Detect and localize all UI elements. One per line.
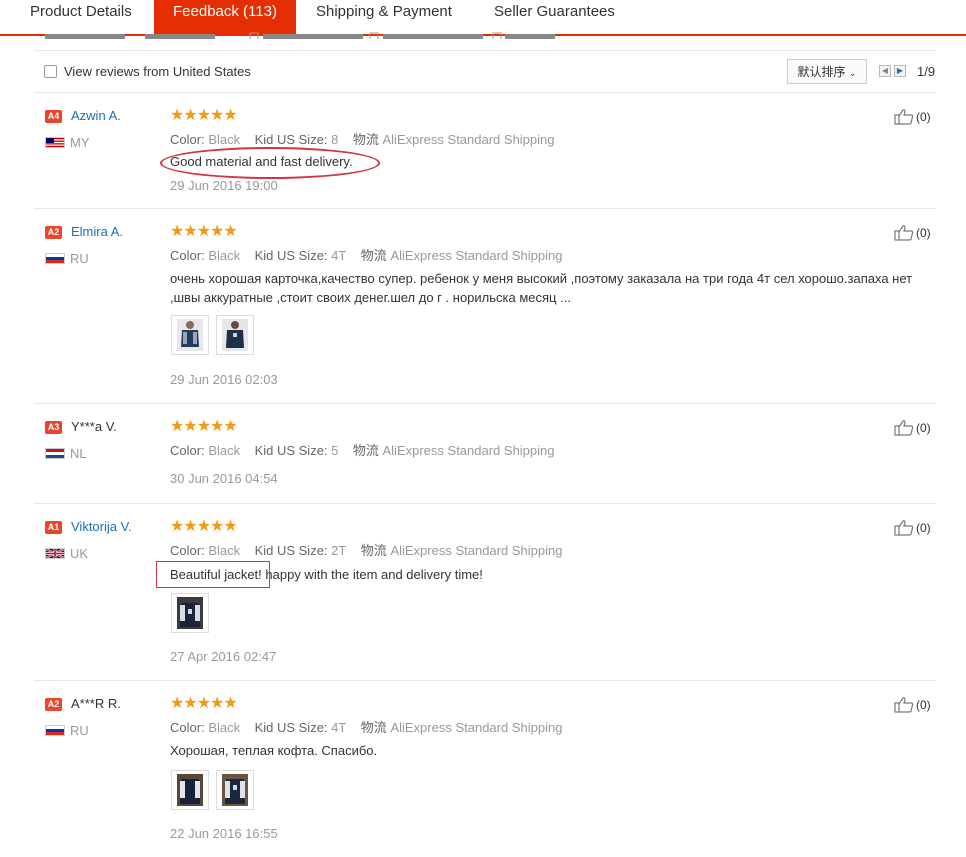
- reviewer-name[interactable]: Viktorija V.: [71, 519, 132, 534]
- thumbs-up-icon: [894, 225, 914, 241]
- jacket-photo-image: [177, 319, 203, 351]
- review-photo[interactable]: [171, 593, 209, 633]
- rating-stars: ★★★★★: [170, 418, 238, 435]
- review-item: A4 Azwin A. MY ★★★★★ Color: Black Kid US…: [34, 92, 936, 209]
- highlight-box: [156, 561, 270, 588]
- jacket-photo-image: [222, 774, 248, 806]
- review-item: A2 A***R R. RU ★★★★★ Color: Black Kid US…: [34, 680, 936, 857]
- review-text: Хорошая, теплая кофта. Спасибо.: [170, 743, 378, 758]
- thumbs-up-icon: [894, 520, 914, 536]
- buyer-level-badge: A2: [45, 226, 62, 239]
- flag-uk-icon: [45, 548, 65, 559]
- review-date: 29 Jun 2016 19:00: [170, 178, 278, 193]
- rating-stars: ★★★★★: [170, 107, 238, 124]
- order-attributes: Color: Black Kid US Size: 8 物流 AliExpres…: [170, 132, 555, 147]
- review-date: 22 Jun 2016 16:55: [170, 826, 278, 841]
- page-indicator: 1/9: [917, 64, 936, 79]
- review-photo[interactable]: [216, 770, 254, 810]
- jacket-photo-image: [222, 319, 248, 351]
- review-photo[interactable]: [216, 315, 254, 355]
- flag-nl-icon: [45, 448, 65, 459]
- buyer-level-badge: A2: [45, 698, 62, 711]
- review-photo[interactable]: [171, 315, 209, 355]
- reviewer-name: Y***a V.: [71, 419, 117, 434]
- flag-ru-icon: [45, 725, 65, 736]
- thumbs-up-icon: [894, 420, 914, 436]
- reviewer-country: MY: [70, 135, 90, 150]
- sort-dropdown[interactable]: 默认排序 ⌄: [787, 59, 867, 84]
- buyer-level-badge: A3: [45, 421, 62, 434]
- helpful-button[interactable]: (0): [894, 519, 931, 536]
- review-item: A3 Y***a V. NL ★★★★★ Color: Black Kid US…: [34, 403, 936, 504]
- review-text: Beautiful jacket! happy with the item an…: [170, 565, 930, 584]
- reviewer-country: NL: [70, 446, 87, 461]
- highlight-ellipse: [160, 147, 380, 179]
- rating-stars: ★★★★★: [170, 695, 238, 712]
- review-text-rest: happy with the item and delivery time!: [261, 567, 483, 582]
- reviewer-name[interactable]: Azwin A.: [71, 108, 121, 123]
- order-attributes: Color: Black Kid US Size: 5 物流 AliExpres…: [170, 443, 555, 458]
- flag-ru-icon: [45, 253, 65, 264]
- pager: ◀ ▶: [879, 65, 906, 77]
- reviewer-country: RU: [70, 723, 89, 738]
- chevron-down-icon: ⌄: [848, 68, 857, 78]
- helpful-count: (0): [916, 225, 931, 240]
- helpful-button[interactable]: (0): [894, 108, 931, 125]
- divider: [34, 50, 936, 51]
- review-date: 30 Jun 2016 04:54: [170, 471, 278, 486]
- review-date: 27 Apr 2016 02:47: [170, 649, 277, 664]
- us-reviews-label: View reviews from United States: [64, 64, 251, 79]
- review-item: A1 Viktorija V. UK ★★★★★ Color: Black Ki…: [34, 503, 936, 681]
- thumbs-up-icon: [894, 109, 914, 125]
- jacket-photo-image: [177, 774, 203, 806]
- order-attributes: Color: Black Kid US Size: 4T 物流 AliExpre…: [170, 720, 563, 735]
- reviewer-name: A***R R.: [71, 696, 121, 711]
- review-date: 29 Jun 2016 02:03: [170, 372, 278, 387]
- next-page-button[interactable]: ▶: [894, 65, 906, 77]
- jacket-photo-image: [177, 597, 203, 629]
- helpful-count: (0): [916, 109, 931, 124]
- reviewer-country: UK: [70, 546, 89, 561]
- review-text: очень хорошая карточка,качество супер. р…: [170, 271, 913, 305]
- flag-my-icon: [45, 137, 65, 148]
- helpful-count: (0): [916, 420, 931, 435]
- us-reviews-checkbox[interactable]: [44, 65, 57, 78]
- prev-page-button[interactable]: ◀: [879, 65, 891, 77]
- us-reviews-filter[interactable]: View reviews from United States: [44, 64, 251, 79]
- rating-stars: ★★★★★: [170, 518, 238, 535]
- buyer-level-badge: A4: [45, 110, 62, 123]
- sort-label: 默认排序: [797, 65, 846, 79]
- review-photo[interactable]: [171, 770, 209, 810]
- rating-filter-row: [45, 27, 565, 39]
- thumbs-up-icon: [894, 697, 914, 713]
- reviewer-name[interactable]: Elmira A.: [71, 224, 123, 239]
- order-attributes: Color: Black Kid US Size: 4T 物流 AliExpre…: [170, 248, 563, 263]
- order-attributes: Color: Black Kid US Size: 2T 物流 AliExpre…: [170, 543, 563, 558]
- buyer-level-badge: A1: [45, 521, 62, 534]
- reviewer-country: RU: [70, 251, 89, 266]
- helpful-button[interactable]: (0): [894, 224, 931, 241]
- review-item: A2 Elmira A. RU ★★★★★ Color: Black Kid U…: [34, 208, 936, 404]
- helpful-button[interactable]: (0): [894, 696, 931, 713]
- clipped-filter-row-graphic: [45, 32, 555, 39]
- helpful-button[interactable]: (0): [894, 419, 931, 436]
- helpful-count: (0): [916, 697, 931, 712]
- rating-stars: ★★★★★: [170, 223, 238, 240]
- helpful-count: (0): [916, 520, 931, 535]
